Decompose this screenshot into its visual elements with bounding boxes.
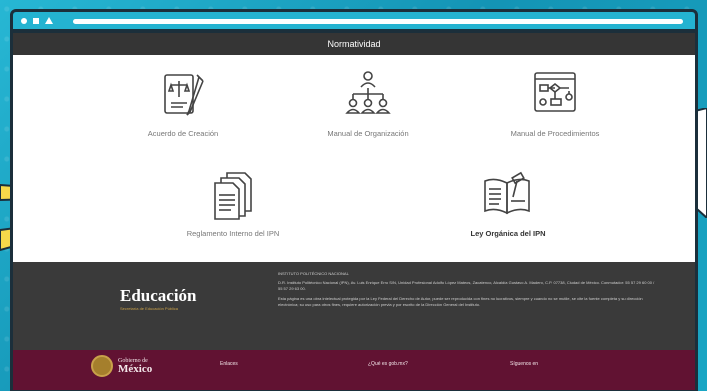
address-bar[interactable] <box>73 19 683 24</box>
mexico-seal-icon <box>91 355 113 377</box>
gobierno-logo[interactable]: Gobierno de México <box>91 355 152 377</box>
legal-document-icon <box>164 74 204 116</box>
law-book-icon <box>484 171 530 215</box>
org-chart-icon <box>345 71 391 114</box>
card-manual-de-organizacion[interactable]: Manual de Organización <box>303 67 433 138</box>
gobierno-big-text: México <box>118 363 153 375</box>
window-titlebar <box>13 12 695 32</box>
footer-gobierno: Gobierno de México Enlaces ¿Qué es gob.m… <box>13 350 695 390</box>
navbar-title: Normatividad <box>327 39 381 49</box>
normatividad-content: Acuerdo de Creación Manual de Organizaci… <box>13 55 695 262</box>
card-label: Manual de Procedimientos <box>510 129 600 138</box>
copyright-notice: Esta página es una obra intelectual prot… <box>278 295 643 307</box>
card-label: Acuerdo de Creación <box>147 129 219 138</box>
card-label: Manual de Organización <box>327 129 409 138</box>
navbar: Normatividad <box>13 33 695 55</box>
browser-window: Normatividad Acuerdo de Creación Manual … <box>10 9 698 391</box>
brand-title: Educación <box>120 286 197 305</box>
footer-sep: Educación Secretaría de Educación Públic… <box>13 262 695 350</box>
educacion-logo[interactable]: Educación Secretaría de Educación Públic… <box>120 286 197 311</box>
brand-subtitle: Secretaría de Educación Pública <box>120 306 179 311</box>
window-circle-icon[interactable] <box>21 17 27 24</box>
card-ley-organica[interactable]: Ley Orgánica del IPN <box>438 167 578 238</box>
documents-icon <box>214 172 252 220</box>
enlaces-link[interactable]: Enlaces <box>220 361 238 367</box>
institution-address: D.R. Instituto Politécnico Nacional (IPN… <box>278 280 655 292</box>
que-es-gobmx-link[interactable]: ¿Qué es gob.mx? <box>368 361 408 367</box>
siguenos-text: Síguenos en <box>510 361 539 367</box>
window-square-icon[interactable] <box>33 17 39 24</box>
flowchart-icon <box>534 72 576 112</box>
card-acuerdo-de-creacion[interactable]: Acuerdo de Creación <box>123 67 243 138</box>
institution-name: INSTITUTO POLITÉCNICO NACIONAL <box>278 271 349 276</box>
card-manual-de-procedimientos[interactable]: Manual de Procedimientos <box>490 67 620 138</box>
card-reglamento-interno[interactable]: Reglamento Interno del IPN <box>163 167 303 238</box>
footer-info: INSTITUTO POLITÉCNICO NACIONAL D.R. Inst… <box>278 271 658 311</box>
card-label: Ley Orgánica del IPN <box>470 229 546 238</box>
card-label: Reglamento Interno del IPN <box>186 229 280 238</box>
window-triangle-icon[interactable] <box>45 17 53 24</box>
